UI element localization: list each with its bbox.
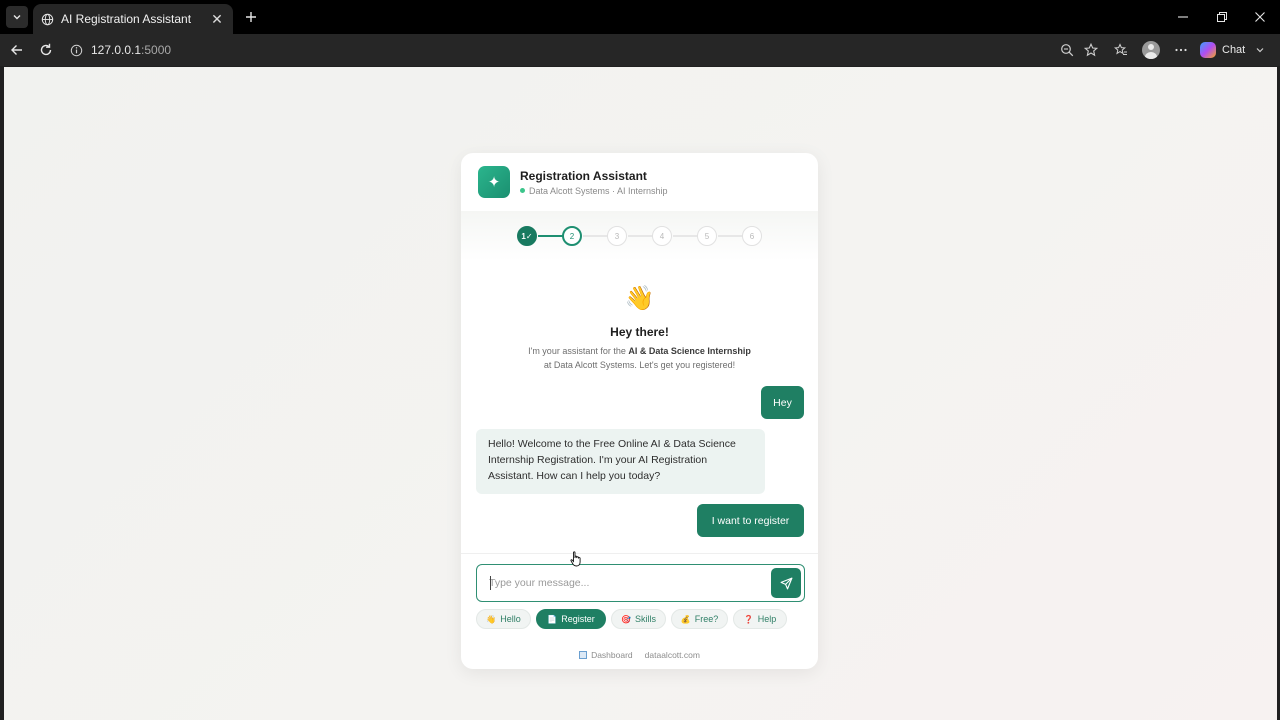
question-mark-icon: ❓	[743, 614, 754, 624]
chat-header: ✦ Registration Assistant Data Alcott Sys…	[461, 153, 818, 211]
favorites-button[interactable]	[1110, 39, 1132, 61]
quick-reply-hello[interactable]: 👋 Hello	[476, 609, 531, 629]
more-menu-button[interactable]	[1170, 39, 1192, 61]
user-message: I want to register	[697, 504, 804, 537]
assistant-title: Registration Assistant	[520, 168, 647, 183]
ellipsis-icon	[1175, 48, 1187, 52]
quick-reply-label: Register	[561, 614, 595, 624]
zoom-button[interactable]	[1056, 39, 1078, 61]
step-5: 5	[697, 226, 717, 246]
welcome-line2: at Data Alcott Systems. Let's get you re…	[543, 360, 736, 370]
url-text: 127.0.0.1:5000	[91, 43, 171, 57]
zoom-out-icon	[1061, 44, 1074, 57]
message-input-box	[476, 564, 805, 602]
tab-list-button[interactable]	[6, 6, 28, 28]
chevron-down-icon	[1256, 48, 1264, 53]
welcome-line1: I'm your assistant for the	[528, 346, 629, 356]
browser-tab[interactable]: AI Registration Assistant ✕	[33, 4, 233, 34]
step-4: 4	[652, 226, 672, 246]
reload-button[interactable]	[35, 39, 57, 61]
text-caret	[490, 576, 491, 590]
avatar	[1142, 41, 1160, 59]
favorites-icon	[1114, 43, 1127, 55]
restore-button[interactable]	[1210, 6, 1234, 28]
step-connector	[673, 235, 700, 237]
close-window-button[interactable]	[1248, 6, 1272, 28]
welcome-text: I'm your assistant for the AI & Data Sci…	[501, 344, 778, 372]
assistant-subtitle: Data Alcott Systems · AI Internship	[529, 185, 668, 196]
step-connector	[538, 235, 565, 237]
browser-tab-bar: AI Registration Assistant ✕	[0, 0, 1280, 34]
assistant-subtitle-row: Data Alcott Systems · AI Internship	[520, 186, 668, 196]
page-viewport: ✦ Registration Assistant Data Alcott Sys…	[4, 67, 1277, 720]
quick-reply-label: Skills	[634, 614, 656, 624]
send-icon	[780, 577, 792, 589]
internship-name: AI & Data Science Internship	[628, 346, 751, 356]
copilot-icon	[1200, 42, 1216, 58]
restore-icon	[1217, 12, 1227, 22]
step-1-completed: 1✓	[517, 226, 537, 246]
assistant-message: Hello! Welcome to the Free Online AI & D…	[476, 429, 765, 494]
quick-reply-help[interactable]: ❓ Help	[733, 609, 787, 629]
sparkle-icon: ✦	[478, 166, 510, 198]
online-status-dot	[520, 188, 525, 193]
header-text: Registration Assistant Data Alcott Syste…	[520, 169, 668, 196]
document-icon: 📄	[547, 614, 558, 624]
step-connector	[628, 235, 655, 237]
info-icon[interactable]	[70, 44, 83, 57]
minimize-icon	[1178, 16, 1188, 18]
dashboard-icon	[579, 651, 588, 659]
chat-label: Chat	[1222, 44, 1246, 56]
user-message: Hey	[761, 386, 804, 419]
chevron-down-icon	[13, 15, 21, 20]
dashboard-link[interactable]: Dashboard	[579, 650, 633, 660]
waving-hand-icon: 👋	[624, 285, 655, 312]
waving-hand-icon: 👋	[486, 614, 497, 624]
globe-icon	[41, 13, 54, 25]
send-button[interactable]	[771, 568, 801, 598]
hand-pointer-cursor-icon	[570, 551, 581, 567]
minimize-button[interactable]	[1171, 6, 1195, 28]
step-connector	[718, 235, 745, 237]
reload-icon	[40, 43, 52, 56]
quick-reply-skills[interactable]: 🎯 Skills	[611, 609, 666, 629]
quick-reply-free[interactable]: 💰 Free?	[671, 609, 728, 629]
dashboard-label: Dashboard	[591, 650, 633, 660]
step-connector	[583, 235, 610, 237]
favorite-button[interactable]	[1080, 39, 1102, 61]
step-3: 3	[607, 226, 627, 246]
quick-reply-label: Hello	[500, 614, 521, 624]
star-icon	[1084, 43, 1098, 57]
address-bar: 127.0.0.1:5000 Chat	[0, 34, 1280, 66]
quick-reply-label: Free?	[694, 614, 719, 624]
target-icon: 🎯	[621, 614, 631, 624]
step-2-current: 2	[562, 226, 582, 246]
plus-icon	[246, 12, 256, 22]
chat-card: ✦ Registration Assistant Data Alcott Sys…	[461, 153, 818, 669]
copilot-chat-button[interactable]: Chat	[1200, 38, 1265, 62]
back-button[interactable]	[6, 39, 28, 61]
composer: 👋Hello 📄Register 🎯Skills 💰Free? ❓Help Da…	[461, 553, 818, 669]
step-6: 6	[742, 226, 762, 246]
card-footer: Dashboard dataalcott.com	[461, 650, 818, 660]
url-bar[interactable]: 127.0.0.1:5000	[64, 38, 1108, 62]
money-bag-icon: 💰	[680, 614, 691, 624]
url-host: 127.0.0.1	[91, 43, 142, 57]
close-tab-icon[interactable]: ✕	[209, 11, 225, 28]
close-icon	[1255, 12, 1265, 22]
site-link[interactable]: dataalcott.com	[645, 650, 700, 660]
profile-button[interactable]	[1140, 39, 1162, 61]
tab-title: AI Registration Assistant	[61, 12, 192, 26]
welcome-title: Hey there!	[610, 325, 669, 339]
quick-reply-register[interactable]: 📄 Register	[536, 609, 606, 629]
url-port: :5000	[141, 43, 172, 57]
new-tab-button[interactable]	[240, 6, 262, 28]
quick-reply-label: Help	[757, 614, 777, 624]
message-input[interactable]	[489, 574, 759, 592]
arrow-left-icon	[11, 45, 22, 55]
